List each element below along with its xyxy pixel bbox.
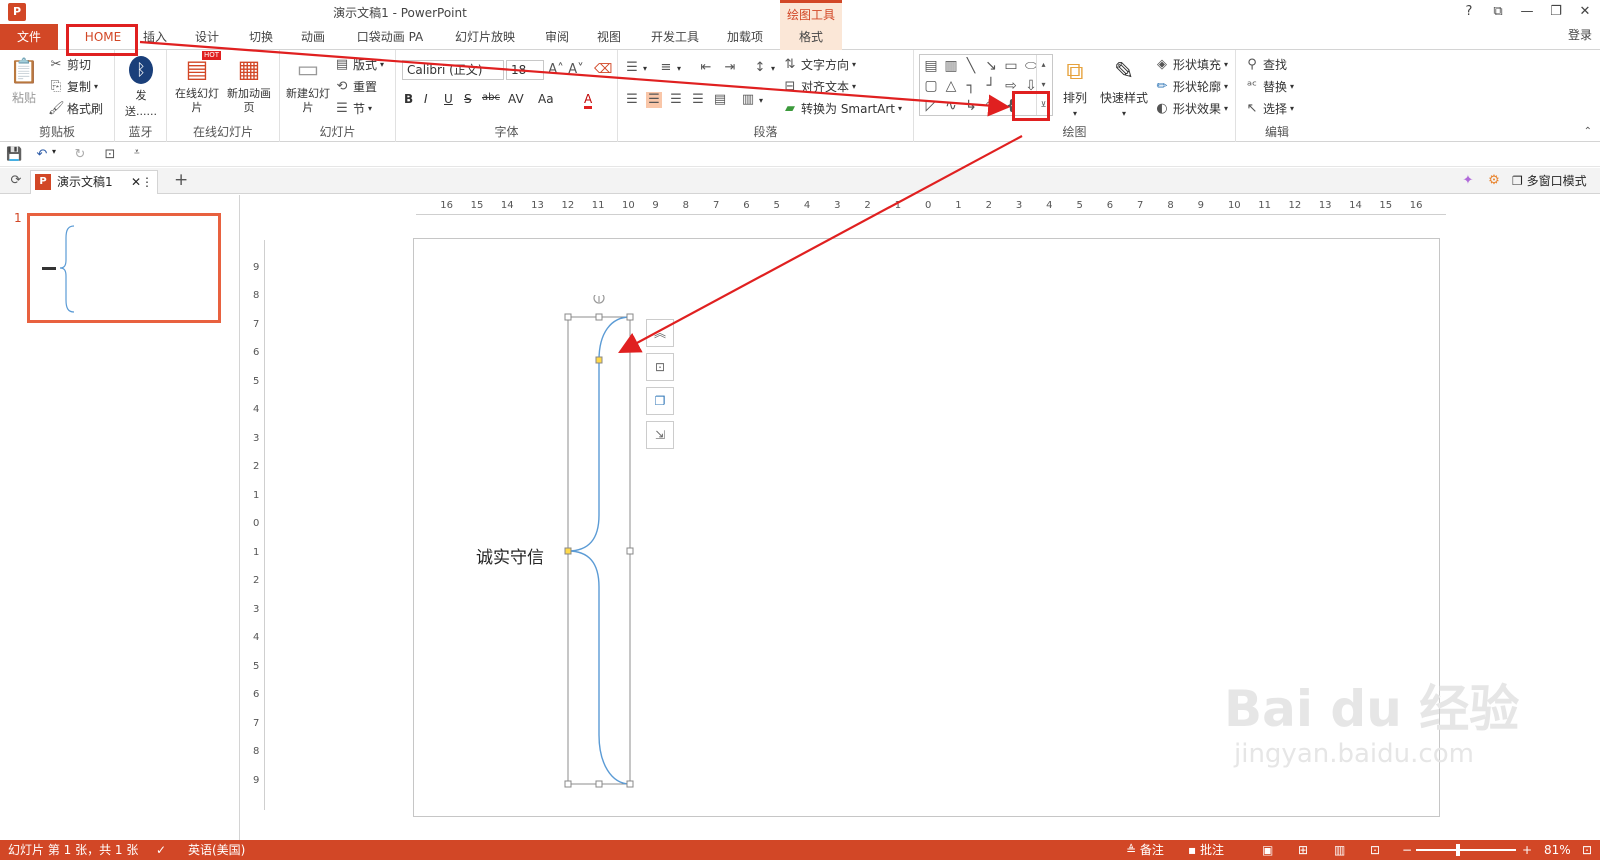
language-status[interactable]: 英语(美国) — [188, 840, 245, 860]
zoom-out-icon[interactable]: − — [1402, 840, 1412, 860]
zoom-level[interactable]: 81% — [1544, 840, 1571, 860]
reading-view-icon[interactable]: ▥ — [1334, 840, 1345, 860]
status-bar: 幻灯片 第 1 张，共 1 张 ✓ 英语(美国) ≜ 备注 ▪ 批注 ▣ ⊞ ▥… — [0, 840, 1600, 860]
fit-slide-icon[interactable]: ⊡ — [1582, 840, 1592, 860]
spellcheck-icon[interactable]: ✓ — [156, 840, 166, 860]
slideshow-view-icon[interactable]: ⊡ — [1370, 840, 1380, 860]
notes-icon: ≜ — [1126, 843, 1140, 857]
zoom-slider-thumb[interactable] — [1456, 844, 1460, 856]
zoom-in-icon[interactable]: + — [1522, 840, 1532, 860]
comment-icon: ▪ — [1188, 843, 1200, 857]
normal-view-icon[interactable]: ▣ — [1262, 840, 1273, 860]
comments-button[interactable]: ▪ 批注 — [1188, 840, 1224, 860]
comments-label: 批注 — [1199, 843, 1224, 857]
annotation-arrows — [139, 40, 1023, 354]
notes-button[interactable]: ≜ 备注 — [1126, 840, 1164, 860]
slide-info: 幻灯片 第 1 张，共 1 张 — [8, 843, 139, 857]
slide-sorter-icon[interactable]: ⊞ — [1298, 840, 1308, 860]
notes-label: 备注 — [1139, 843, 1164, 857]
zoom-slider[interactable] — [1416, 844, 1516, 856]
